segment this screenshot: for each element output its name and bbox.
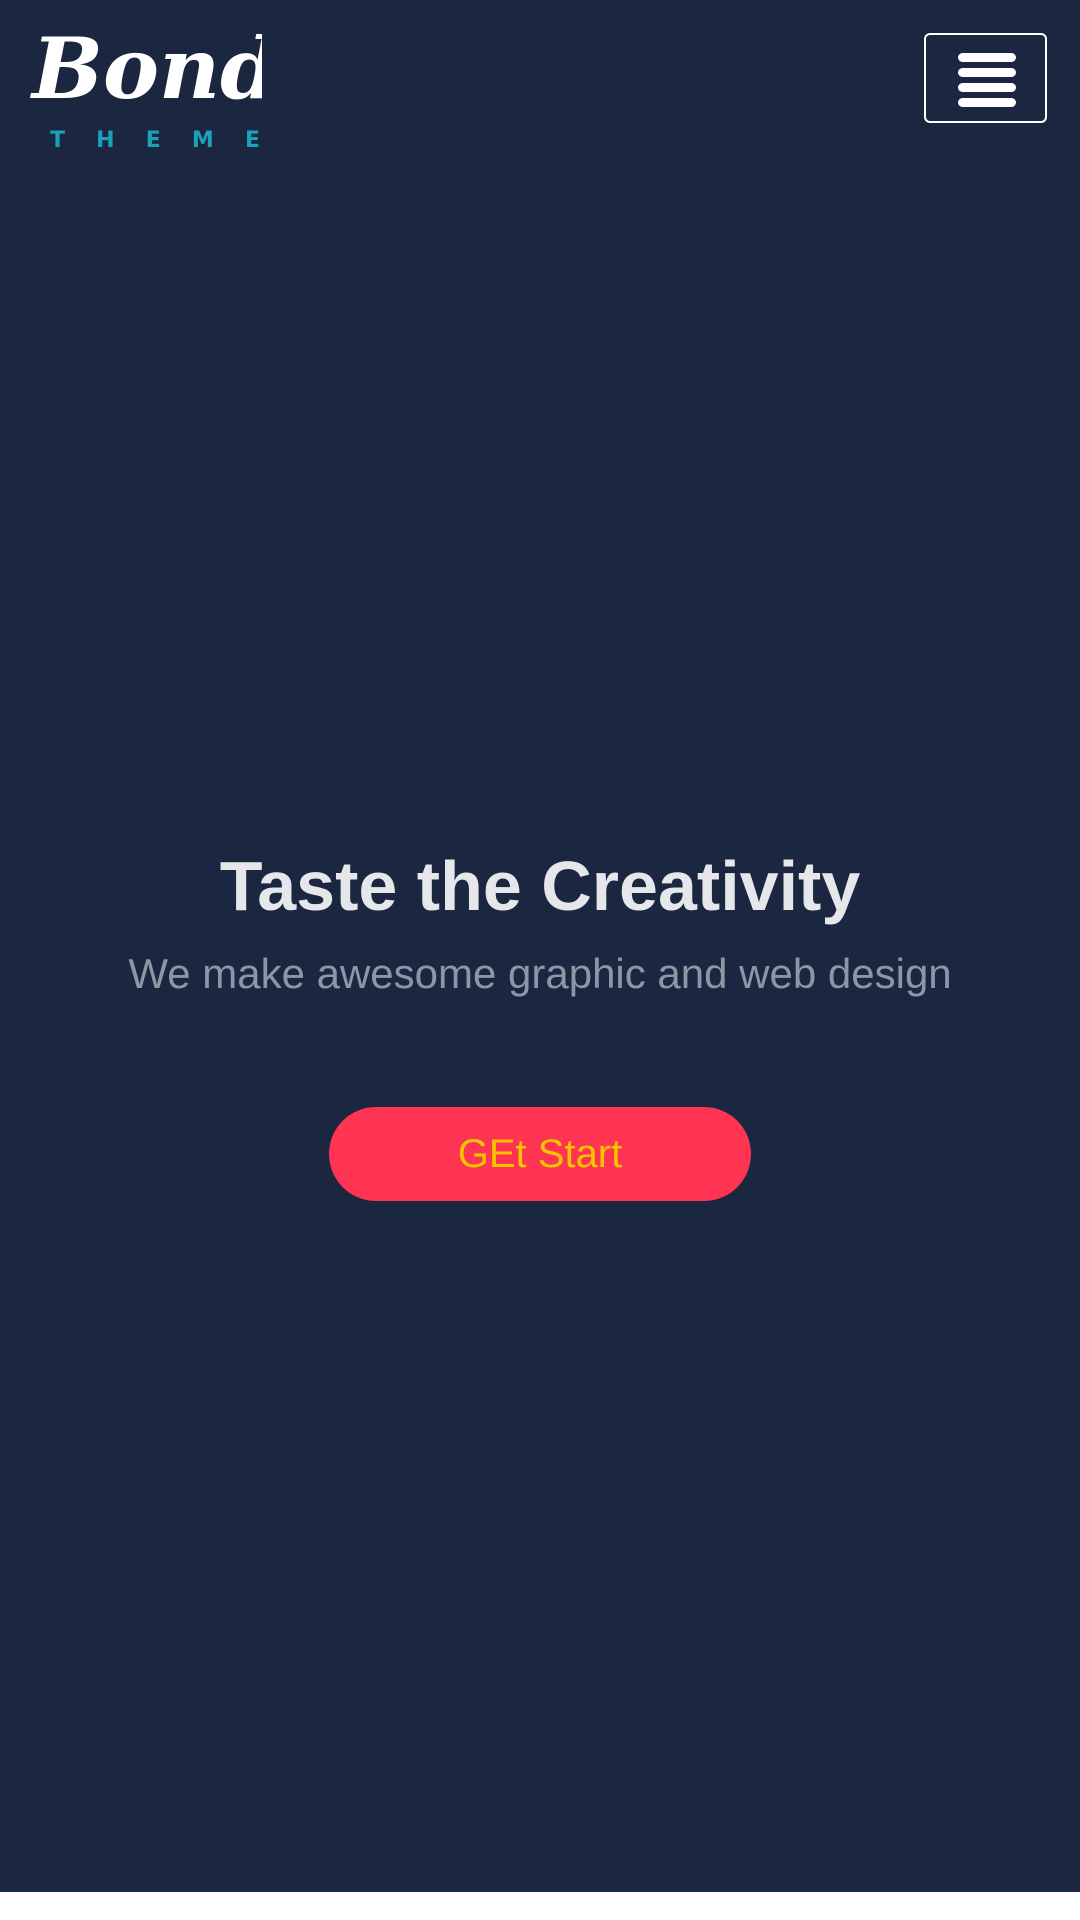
get-start-button[interactable]: GEt Start bbox=[329, 1107, 751, 1201]
logo-subtitle-letter: E bbox=[244, 128, 260, 153]
logo-wordmark: Bondi bbox=[30, 19, 262, 118]
hero-section: Taste the Creativity We make awesome gra… bbox=[0, 840, 1080, 1002]
hamburger-menu-icon bbox=[958, 53, 1016, 107]
logo-subtitle-letter: T bbox=[50, 128, 66, 153]
logo-subtitle-letter: M bbox=[191, 128, 214, 153]
logo-subtitle-letter: E bbox=[145, 128, 161, 153]
hero-title: Taste the Creativity bbox=[219, 847, 861, 925]
bondi-theme-logo[interactable]: Bondi T H E M E bbox=[30, 18, 262, 152]
menu-toggle-button[interactable] bbox=[924, 33, 1047, 123]
logo-subtitle-letter: H bbox=[96, 128, 115, 153]
landing-page: Bondi T H E M E Taste the Creativity We … bbox=[0, 0, 1080, 1892]
logo-subtitle: T H E M E bbox=[50, 130, 260, 152]
hero-subtitle: We make awesome graphic and web design bbox=[128, 950, 952, 997]
logo-wordmark-text: Bondi bbox=[30, 19, 262, 118]
